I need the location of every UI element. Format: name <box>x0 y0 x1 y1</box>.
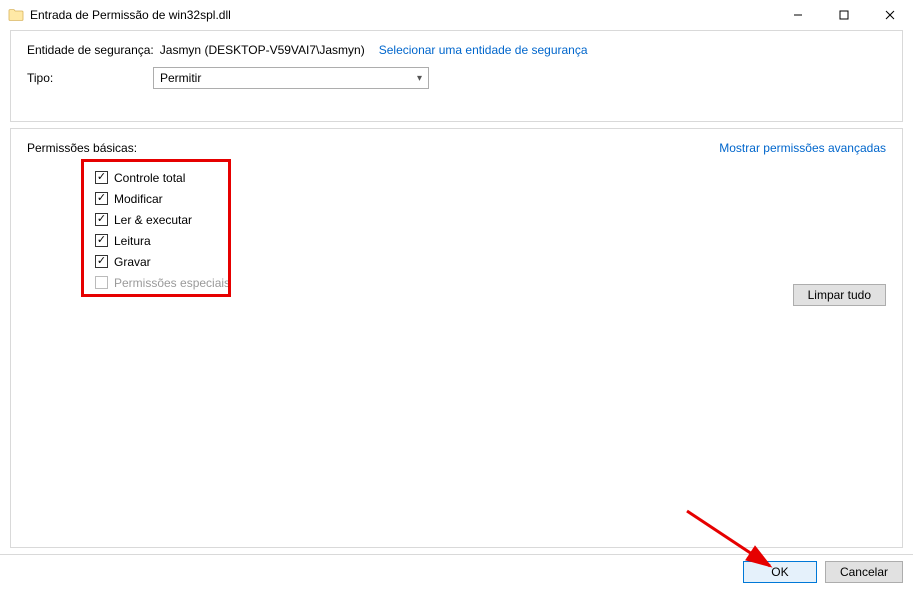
principal-panel: Entidade de segurança: Jasmyn (DESKTOP-V… <box>10 30 903 122</box>
checkbox-label: Ler & executar <box>114 213 192 227</box>
checkbox-label: Permissões especiais <box>114 276 230 290</box>
permission-item: Ler & executar <box>95 209 239 230</box>
principal-value: Jasmyn (DESKTOP-V59VAI7\Jasmyn) <box>160 43 365 57</box>
titlebar: Entrada de Permissão de win32spl.dll <box>0 0 913 30</box>
permissions-title: Permissões básicas: <box>27 141 137 155</box>
clear-all-button[interactable]: Limpar tudo <box>793 284 886 306</box>
window-title: Entrada de Permissão de win32spl.dll <box>30 8 775 22</box>
permission-item: Modificar <box>95 188 239 209</box>
checkbox-controle-total[interactable] <box>95 171 108 184</box>
chevron-down-icon: ▾ <box>417 73 422 84</box>
permission-item: Leitura <box>95 230 239 251</box>
window-controls <box>775 0 913 30</box>
select-principal-link[interactable]: Selecionar uma entidade de segurança <box>379 43 588 57</box>
principal-label: Entidade de segurança: <box>27 43 154 57</box>
checkbox-permissoes-especiais <box>95 276 108 289</box>
permission-item: Permissões especiais <box>95 272 239 293</box>
show-advanced-permissions-link[interactable]: Mostrar permissões avançadas <box>719 141 886 155</box>
checkbox-gravar[interactable] <box>95 255 108 268</box>
maximize-button[interactable] <box>821 0 867 30</box>
checkbox-leitura[interactable] <box>95 234 108 247</box>
folder-icon <box>8 7 24 23</box>
permissions-panel: Permissões básicas: Mostrar permissões a… <box>10 128 903 548</box>
dialog-footer: OK Cancelar <box>743 561 903 583</box>
minimize-button[interactable] <box>775 0 821 30</box>
checkbox-label: Controle total <box>114 171 185 185</box>
checkbox-ler-executar[interactable] <box>95 213 108 226</box>
ok-button[interactable]: OK <box>743 561 817 583</box>
footer-separator <box>0 554 913 555</box>
close-button[interactable] <box>867 0 913 30</box>
permissions-checkbox-group: Controle total Modificar Ler & executar … <box>87 161 247 299</box>
permission-item: Controle total <box>95 167 239 188</box>
checkbox-label: Modificar <box>114 192 163 206</box>
type-select[interactable]: Permitir ▾ <box>153 67 429 89</box>
permission-item: Gravar <box>95 251 239 272</box>
cancel-button[interactable]: Cancelar <box>825 561 903 583</box>
type-label: Tipo: <box>27 71 149 85</box>
checkbox-label: Leitura <box>114 234 151 248</box>
checkbox-modificar[interactable] <box>95 192 108 205</box>
type-select-value: Permitir <box>160 71 201 85</box>
checkbox-label: Gravar <box>114 255 151 269</box>
